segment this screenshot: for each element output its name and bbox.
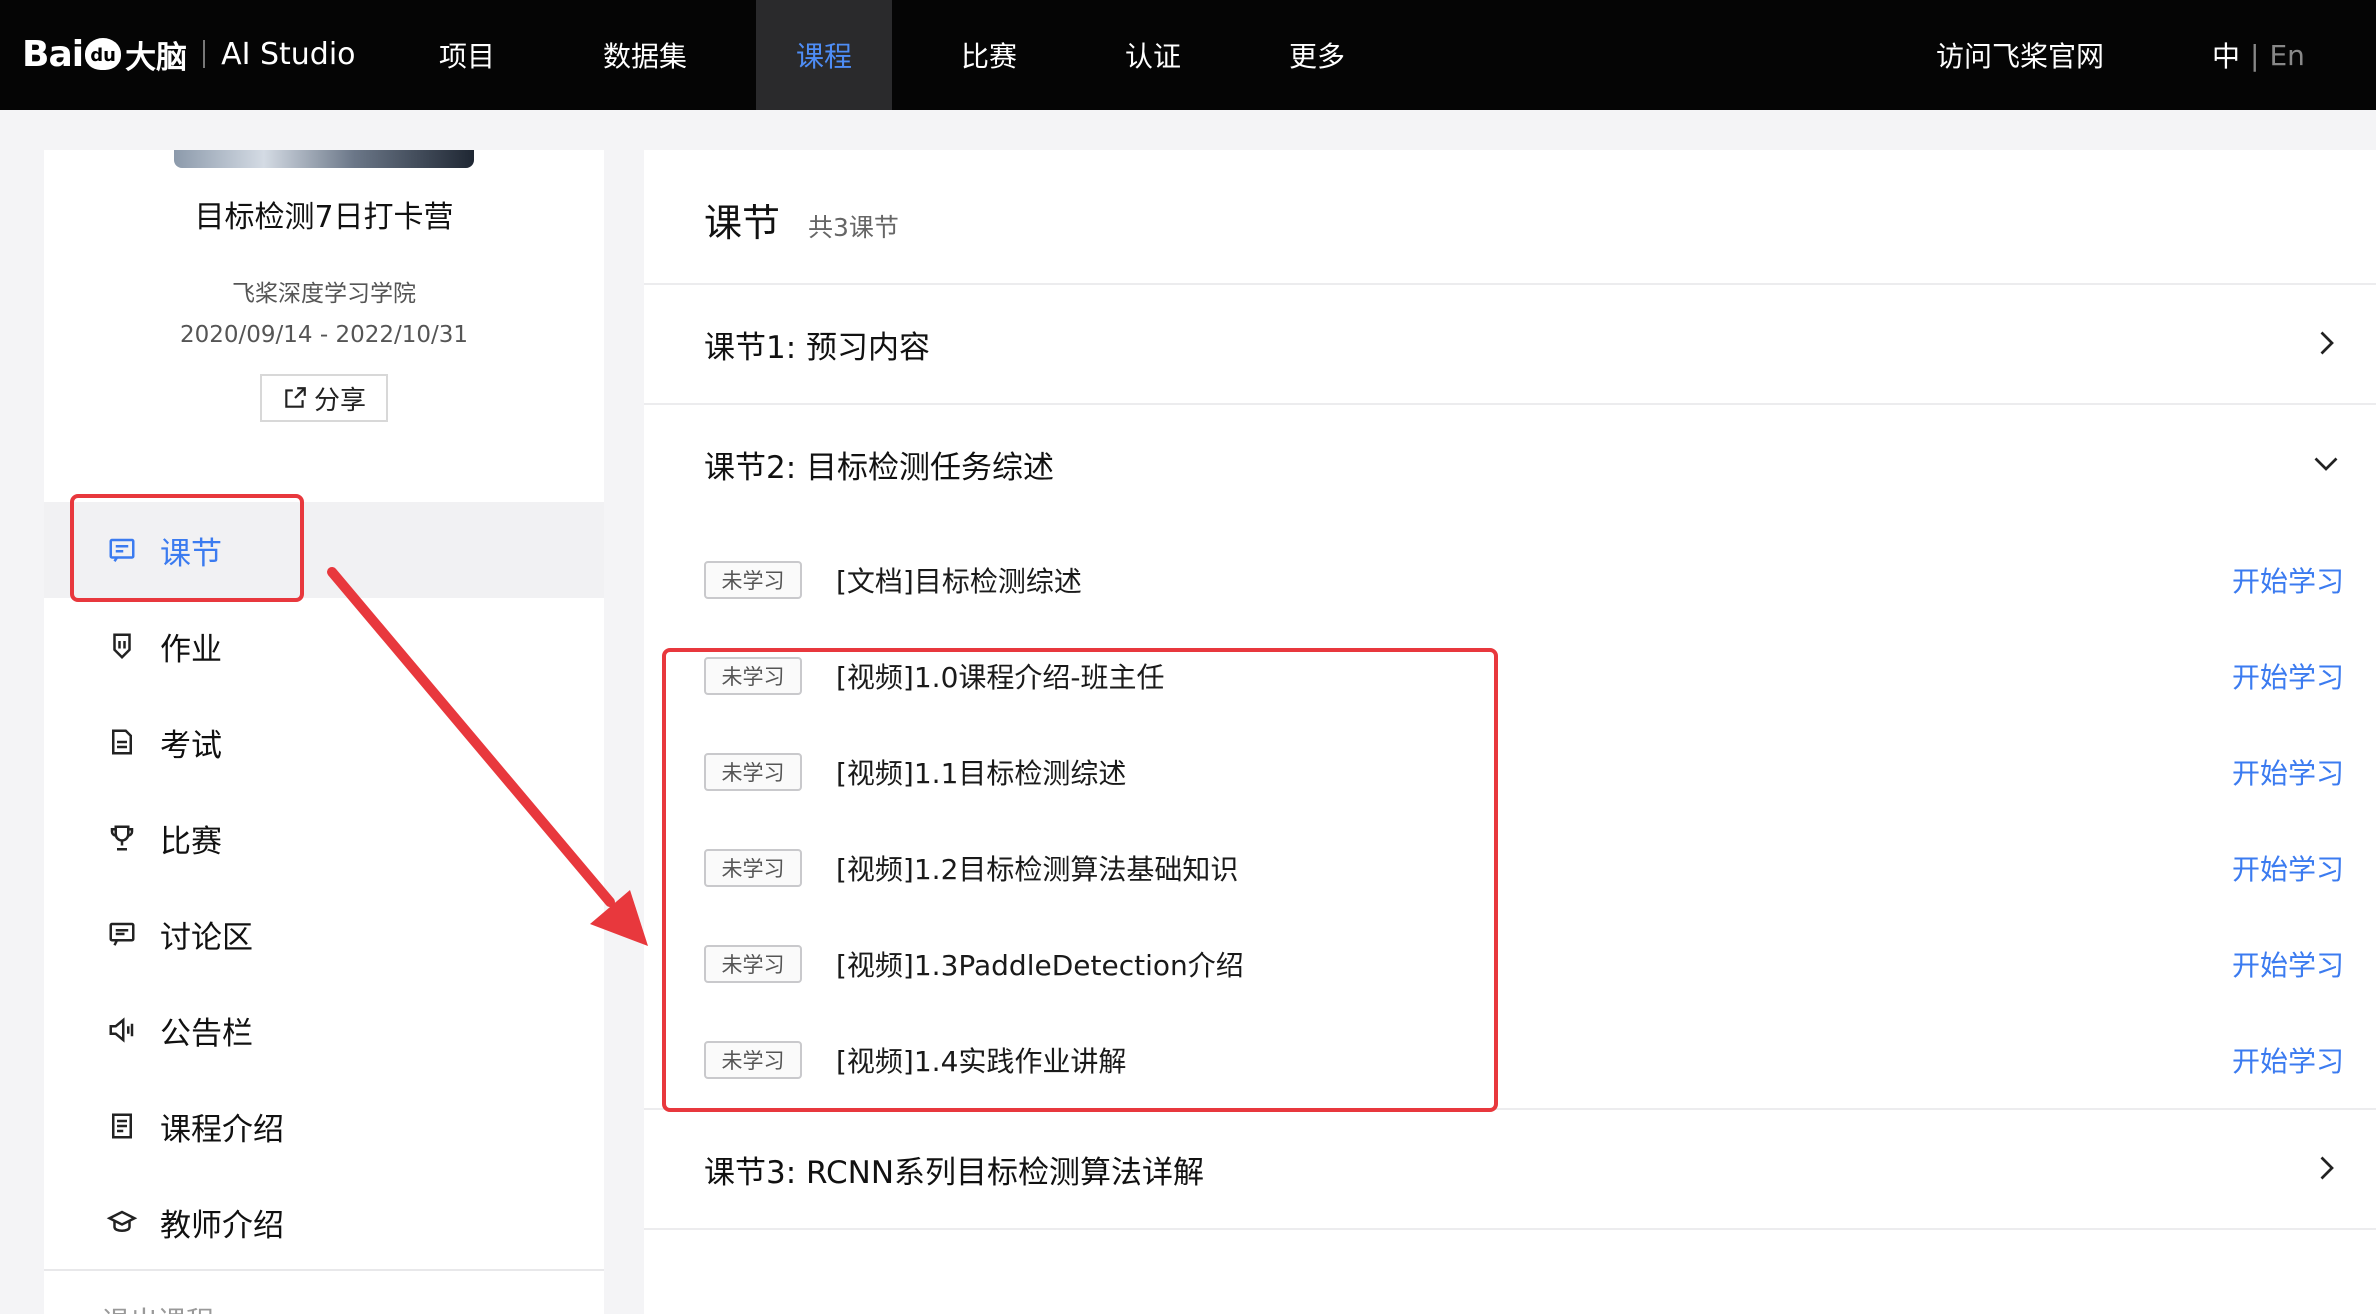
nav-more[interactable]: 更多 xyxy=(1262,0,1372,110)
lessons-panel: 课节 共3课节 课节1: 预习内容 课节2: 目标检测任务综述 未学习 [文档]… xyxy=(644,150,2376,1314)
status-badge: 未学习 xyxy=(704,849,802,887)
status-badge: 未学习 xyxy=(704,561,802,599)
sidebar-item-course-intro[interactable]: 课程介绍 xyxy=(44,1078,604,1174)
sidebar-item-label: 公告栏 xyxy=(160,1015,253,1052)
homework-icon xyxy=(102,631,142,661)
trophy-icon xyxy=(102,823,142,853)
lesson-icon xyxy=(102,535,142,565)
logo-text-danao: 大脑 xyxy=(125,39,188,76)
start-learning-link[interactable]: 开始学习 xyxy=(2232,752,2344,792)
baidu-ai-studio-logo[interactable]: Bai du 大脑 AI Studio xyxy=(22,24,356,84)
nav-courses[interactable]: 课程 xyxy=(756,0,892,110)
section-1-row[interactable]: 课节1: 预习内容 xyxy=(644,285,2376,403)
start-learning-link[interactable]: 开始学习 xyxy=(2232,1040,2344,1080)
sidebar-item-label: 讨论区 xyxy=(160,919,253,956)
share-label: 分享 xyxy=(313,385,366,416)
status-badge: 未学习 xyxy=(704,657,802,695)
nav-datasets[interactable]: 数据集 xyxy=(580,0,710,110)
chevron-right-icon xyxy=(2320,331,2334,355)
status-badge: 未学习 xyxy=(704,753,802,791)
lang-zh[interactable]: 中 xyxy=(2212,35,2240,75)
discussion-icon xyxy=(102,919,142,949)
lesson-title[interactable]: [视频]1.4实践作业讲解 xyxy=(836,1040,1126,1080)
sidebar-divider xyxy=(44,1269,604,1271)
share-icon xyxy=(285,387,306,408)
lesson-item[interactable]: 未学习 [文档]目标检测综述 开始学习 xyxy=(704,550,2376,610)
sidebar-item-discussion[interactable]: 讨论区 xyxy=(44,886,604,982)
logo-text-studio: AI Studio xyxy=(221,36,356,72)
section-2-row[interactable]: 课节2: 目标检测任务综述 xyxy=(644,405,2376,523)
visit-paddle-official-link[interactable]: 访问飞桨官网 xyxy=(1920,0,2120,110)
announcement-icon xyxy=(102,1015,142,1045)
lesson-item[interactable]: 未学习 [视频]1.3PaddleDetection介绍 开始学习 xyxy=(704,934,2376,994)
start-learning-link[interactable]: 开始学习 xyxy=(2232,944,2344,984)
sidebar-item-label: 比赛 xyxy=(160,823,222,860)
nav-competitions[interactable]: 比赛 xyxy=(934,0,1044,110)
lessons-header: 课节 共3课节 xyxy=(704,192,899,247)
course-title: 目标检测7日打卡营 xyxy=(194,200,454,235)
sidebar-item-lessons[interactable]: 课节 xyxy=(44,502,604,598)
lesson-title[interactable]: [视频]1.1目标检测综述 xyxy=(836,752,1126,792)
lesson-item[interactable]: 未学习 [视频]1.0课程介绍-班主任 开始学习 xyxy=(704,646,2376,706)
lesson-title[interactable]: [视频]1.2目标检测算法基础知识 xyxy=(836,848,1238,888)
course-organization: 飞桨深度学习学院 xyxy=(232,281,416,307)
status-badge: 未学习 xyxy=(704,1041,802,1079)
status-badge: 未学习 xyxy=(704,945,802,983)
divider xyxy=(644,1228,2376,1230)
sidebar-item-exam[interactable]: 考试 xyxy=(44,694,604,790)
sidebar-item-label: 教师介绍 xyxy=(160,1207,284,1244)
start-learning-link[interactable]: 开始学习 xyxy=(2232,656,2344,696)
start-learning-link[interactable]: 开始学习 xyxy=(2232,560,2344,600)
nav-certification[interactable]: 认证 xyxy=(1098,0,1208,110)
lesson-item[interactable]: 未学习 [视频]1.1目标检测综述 开始学习 xyxy=(704,742,2376,802)
page-title: 课节 xyxy=(704,201,781,245)
logo-divider xyxy=(203,40,206,68)
section-title: 课节3: RCNN系列目标检测算法详解 xyxy=(704,1154,1205,1191)
language-switcher: 中 | En xyxy=(2212,0,2305,110)
section-3-row[interactable]: 课节3: RCNN系列目标检测算法详解 xyxy=(644,1110,2376,1228)
sidebar-item-label: 考试 xyxy=(160,727,222,764)
logo-text-bai: Bai xyxy=(22,33,84,75)
sidebar-item-exit-course[interactable]: 退出课程 xyxy=(102,1300,214,1314)
top-navigation: Bai du 大脑 AI Studio 项目 数据集 课程 比赛 认证 更多 访… xyxy=(0,0,2376,110)
lesson-item[interactable]: 未学习 [视频]1.4实践作业讲解 开始学习 xyxy=(704,1030,2376,1090)
lang-en[interactable]: En xyxy=(2269,39,2304,72)
lesson-title[interactable]: [文档]目标检测综述 xyxy=(836,560,1082,600)
section-title: 课节2: 目标检测任务综述 xyxy=(704,449,1055,486)
sidebar-item-competition[interactable]: 比赛 xyxy=(44,790,604,886)
course-cover-image xyxy=(174,150,474,168)
lang-separator: | xyxy=(2250,38,2260,72)
lesson-title[interactable]: [视频]1.3PaddleDetection介绍 xyxy=(836,944,1244,984)
sidebar-item-homework[interactable]: 作业 xyxy=(44,598,604,694)
chevron-right-icon xyxy=(2320,1156,2334,1180)
course-sidebar: 目标检测7日打卡营 飞桨深度学习学院 2020/09/14 - 2022/10/… xyxy=(44,150,604,1314)
section-title: 课节1: 预习内容 xyxy=(704,329,931,366)
teacher-icon xyxy=(102,1207,142,1237)
chevron-down-icon xyxy=(2314,457,2338,471)
exam-icon xyxy=(102,727,142,757)
sidebar-item-announcements[interactable]: 公告栏 xyxy=(44,982,604,1078)
baidu-paw-icon: du xyxy=(85,38,122,70)
sidebar-item-label: 课程介绍 xyxy=(160,1111,284,1148)
sidebar-item-label: 作业 xyxy=(160,631,222,668)
start-learning-link[interactable]: 开始学习 xyxy=(2232,848,2344,888)
lesson-title[interactable]: [视频]1.0课程介绍-班主任 xyxy=(836,656,1164,696)
nav-projects[interactable]: 项目 xyxy=(412,0,522,110)
share-button[interactable]: 分享 xyxy=(260,374,388,422)
lesson-item[interactable]: 未学习 [视频]1.2目标检测算法基础知识 开始学习 xyxy=(704,838,2376,898)
sidebar-item-label: 课节 xyxy=(160,535,222,572)
sidebar-item-teacher-intro[interactable]: 教师介绍 xyxy=(44,1174,604,1270)
course-intro-icon xyxy=(102,1111,142,1141)
lesson-count: 共3课节 xyxy=(808,213,899,242)
course-date-range: 2020/09/14 - 2022/10/31 xyxy=(179,322,469,348)
